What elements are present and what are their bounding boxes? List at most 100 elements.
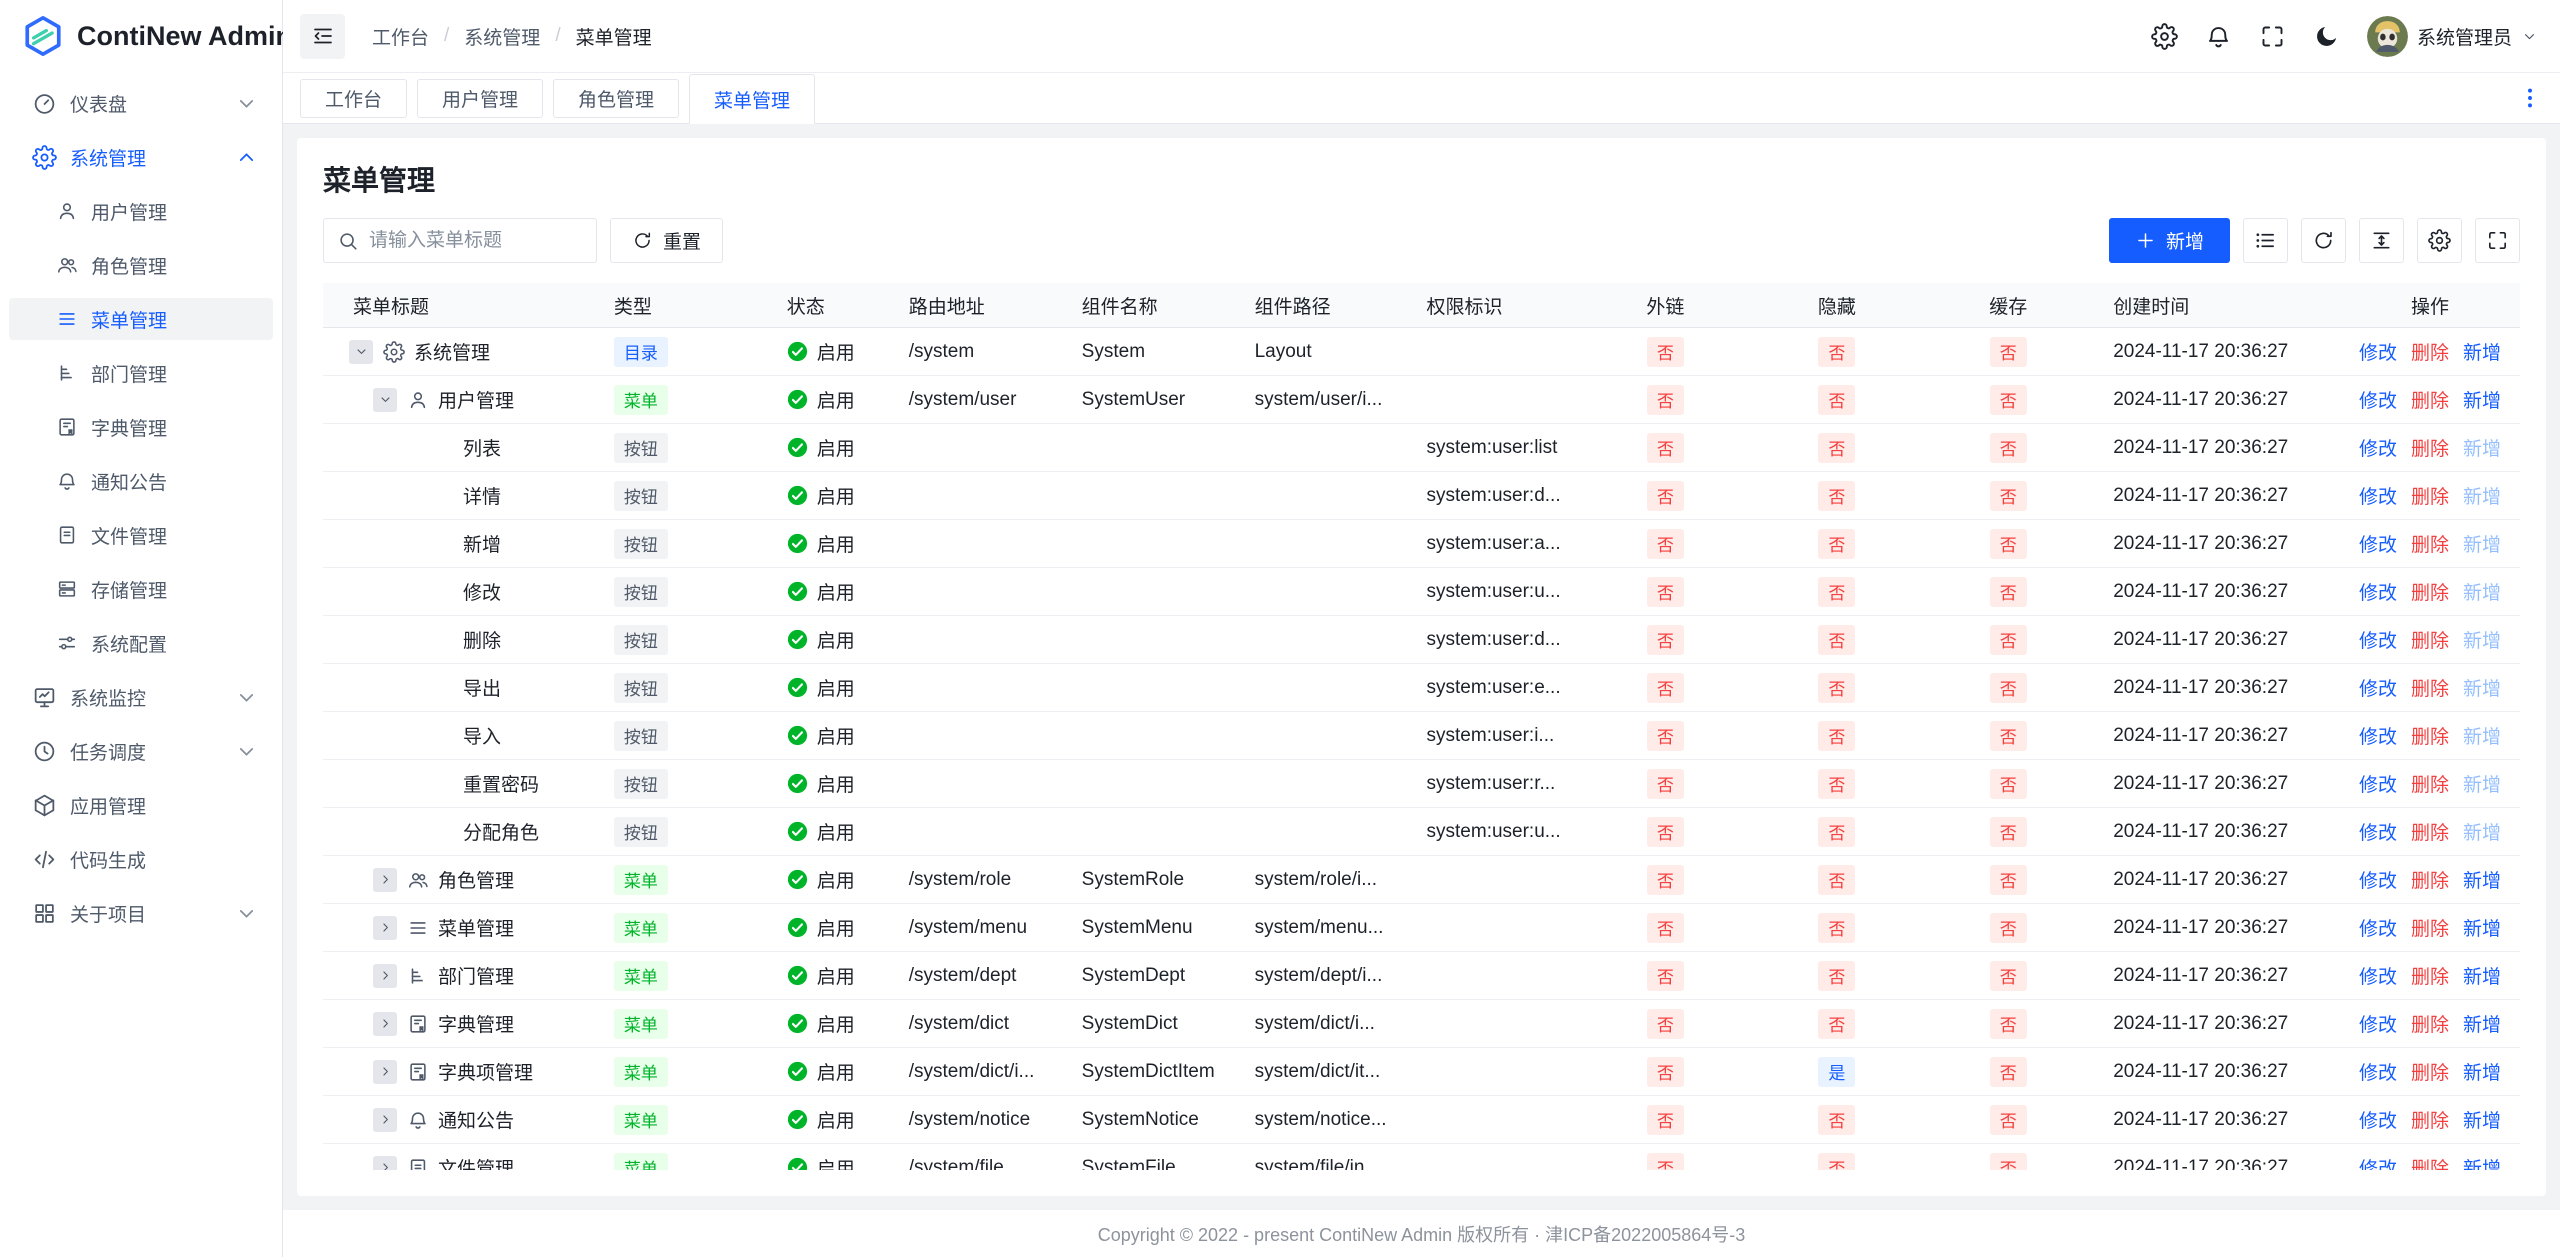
search-input[interactable] bbox=[369, 230, 583, 252]
action-add[interactable]: 新增 bbox=[2463, 818, 2501, 845]
action-delete[interactable]: 删除 bbox=[2411, 722, 2449, 749]
action-add[interactable]: 新增 bbox=[2463, 866, 2501, 893]
sidebar-item-storage-mgmt[interactable]: 存储管理 bbox=[9, 568, 273, 610]
action-delete[interactable]: 删除 bbox=[2411, 434, 2449, 461]
list-view-button[interactable] bbox=[2243, 218, 2288, 263]
action-modify[interactable]: 修改 bbox=[2359, 962, 2397, 989]
action-add[interactable]: 新增 bbox=[2463, 1010, 2501, 1037]
reset-button[interactable]: 重置 bbox=[610, 218, 723, 263]
action-delete[interactable]: 删除 bbox=[2411, 386, 2449, 413]
sidebar-item-system-mgmt[interactable]: 系统管理 bbox=[9, 136, 273, 178]
tab-user-mgmt[interactable]: 用户管理 bbox=[417, 79, 543, 118]
column-settings-button[interactable] bbox=[2417, 218, 2462, 263]
sidebar-item-app-mgmt[interactable]: 应用管理 bbox=[9, 784, 273, 826]
breadcrumb-item[interactable]: 工作台 bbox=[372, 23, 429, 50]
sidebar-item-notice[interactable]: 通知公告 bbox=[9, 460, 273, 502]
action-modify[interactable]: 修改 bbox=[2359, 1154, 2397, 1170]
row-expand-toggle[interactable] bbox=[373, 1156, 397, 1171]
sidebar-item-job-schedule[interactable]: 任务调度 bbox=[9, 730, 273, 772]
action-modify[interactable]: 修改 bbox=[2359, 626, 2397, 653]
sidebar-item-code-gen[interactable]: 代码生成 bbox=[9, 838, 273, 880]
action-delete[interactable]: 删除 bbox=[2411, 962, 2449, 989]
action-modify[interactable]: 修改 bbox=[2359, 1010, 2397, 1037]
action-add[interactable]: 新增 bbox=[2463, 962, 2501, 989]
breadcrumb-item[interactable]: 系统管理 bbox=[464, 23, 540, 50]
action-modify[interactable]: 修改 bbox=[2359, 386, 2397, 413]
refresh-button[interactable] bbox=[2301, 218, 2346, 263]
settings-icon[interactable] bbox=[2151, 23, 2178, 50]
tab-role-mgmt[interactable]: 角色管理 bbox=[553, 79, 679, 118]
action-modify[interactable]: 修改 bbox=[2359, 1058, 2397, 1085]
dark-mode-moon-icon[interactable] bbox=[2313, 23, 2340, 50]
action-delete[interactable]: 删除 bbox=[2411, 818, 2449, 845]
action-modify[interactable]: 修改 bbox=[2359, 338, 2397, 365]
action-add[interactable]: 新增 bbox=[2463, 722, 2501, 749]
action-add[interactable]: 新增 bbox=[2463, 482, 2501, 509]
sidebar-item-menu-mgmt[interactable]: 菜单管理 bbox=[9, 298, 273, 340]
action-add[interactable]: 新增 bbox=[2463, 1154, 2501, 1170]
action-delete[interactable]: 删除 bbox=[2411, 1058, 2449, 1085]
fullscreen-icon[interactable] bbox=[2259, 23, 2286, 50]
sidebar-item-file-mgmt[interactable]: 文件管理 bbox=[9, 514, 273, 556]
action-modify[interactable]: 修改 bbox=[2359, 914, 2397, 941]
action-add[interactable]: 新增 bbox=[2463, 1106, 2501, 1133]
action-delete[interactable]: 删除 bbox=[2411, 914, 2449, 941]
user-menu[interactable]: 系统管理员 bbox=[2367, 16, 2538, 57]
action-delete[interactable]: 删除 bbox=[2411, 770, 2449, 797]
action-delete[interactable]: 删除 bbox=[2411, 338, 2449, 365]
sidebar-item-about[interactable]: 关于项目 bbox=[9, 892, 273, 934]
action-modify[interactable]: 修改 bbox=[2359, 674, 2397, 701]
action-delete[interactable]: 删除 bbox=[2411, 1106, 2449, 1133]
tab-menu-mgmt[interactable]: 菜单管理 bbox=[689, 74, 815, 124]
sidebar-item-role-mgmt[interactable]: 角色管理 bbox=[9, 244, 273, 286]
row-expand-toggle[interactable] bbox=[373, 916, 397, 940]
sidebar-item-dict-mgmt[interactable]: 字典管理 bbox=[9, 406, 273, 448]
tab-more-icon[interactable] bbox=[2517, 85, 2543, 111]
sidebar-item-system-monitor[interactable]: 系统监控 bbox=[9, 676, 273, 718]
action-add[interactable]: 新增 bbox=[2463, 434, 2501, 461]
action-modify[interactable]: 修改 bbox=[2359, 770, 2397, 797]
row-expand-toggle[interactable] bbox=[349, 340, 373, 364]
action-delete[interactable]: 删除 bbox=[2411, 1154, 2449, 1170]
row-expand-toggle[interactable] bbox=[373, 388, 397, 412]
action-modify[interactable]: 修改 bbox=[2359, 818, 2397, 845]
action-modify[interactable]: 修改 bbox=[2359, 482, 2397, 509]
action-modify[interactable]: 修改 bbox=[2359, 578, 2397, 605]
sidebar-collapse-button[interactable] bbox=[300, 14, 345, 59]
action-add[interactable]: 新增 bbox=[2463, 1058, 2501, 1085]
action-add[interactable]: 新增 bbox=[2463, 530, 2501, 557]
action-add[interactable]: 新增 bbox=[2463, 578, 2501, 605]
notifications-bell-icon[interactable] bbox=[2205, 23, 2232, 50]
action-modify[interactable]: 修改 bbox=[2359, 866, 2397, 893]
action-delete[interactable]: 删除 bbox=[2411, 1010, 2449, 1037]
action-add[interactable]: 新增 bbox=[2463, 386, 2501, 413]
action-modify[interactable]: 修改 bbox=[2359, 434, 2397, 461]
row-expand-toggle[interactable] bbox=[373, 1060, 397, 1084]
row-expand-toggle[interactable] bbox=[373, 1012, 397, 1036]
row-expand-toggle[interactable] bbox=[373, 1108, 397, 1132]
action-delete[interactable]: 删除 bbox=[2411, 482, 2449, 509]
table-fullscreen-button[interactable] bbox=[2475, 218, 2520, 263]
tab-workbench[interactable]: 工作台 bbox=[300, 79, 407, 118]
action-delete[interactable]: 删除 bbox=[2411, 578, 2449, 605]
row-expand-toggle[interactable] bbox=[373, 964, 397, 988]
add-button[interactable]: 新增 bbox=[2109, 218, 2230, 263]
action-delete[interactable]: 删除 bbox=[2411, 530, 2449, 557]
sidebar-item-system-config[interactable]: 系统配置 bbox=[9, 622, 273, 664]
sidebar-item-user-mgmt[interactable]: 用户管理 bbox=[9, 190, 273, 232]
action-delete[interactable]: 删除 bbox=[2411, 674, 2449, 701]
row-expand-toggle[interactable] bbox=[373, 868, 397, 892]
action-modify[interactable]: 修改 bbox=[2359, 530, 2397, 557]
action-add[interactable]: 新增 bbox=[2463, 674, 2501, 701]
action-add[interactable]: 新增 bbox=[2463, 914, 2501, 941]
action-delete[interactable]: 删除 bbox=[2411, 626, 2449, 653]
action-modify[interactable]: 修改 bbox=[2359, 722, 2397, 749]
action-add[interactable]: 新增 bbox=[2463, 626, 2501, 653]
action-add[interactable]: 新增 bbox=[2463, 770, 2501, 797]
sidebar-item-dept-mgmt[interactable]: 部门管理 bbox=[9, 352, 273, 394]
action-delete[interactable]: 删除 bbox=[2411, 866, 2449, 893]
sidebar-item-dashboard[interactable]: 仪表盘 bbox=[9, 82, 273, 124]
row-height-button[interactable] bbox=[2359, 218, 2404, 263]
action-modify[interactable]: 修改 bbox=[2359, 1106, 2397, 1133]
action-add[interactable]: 新增 bbox=[2463, 338, 2501, 365]
